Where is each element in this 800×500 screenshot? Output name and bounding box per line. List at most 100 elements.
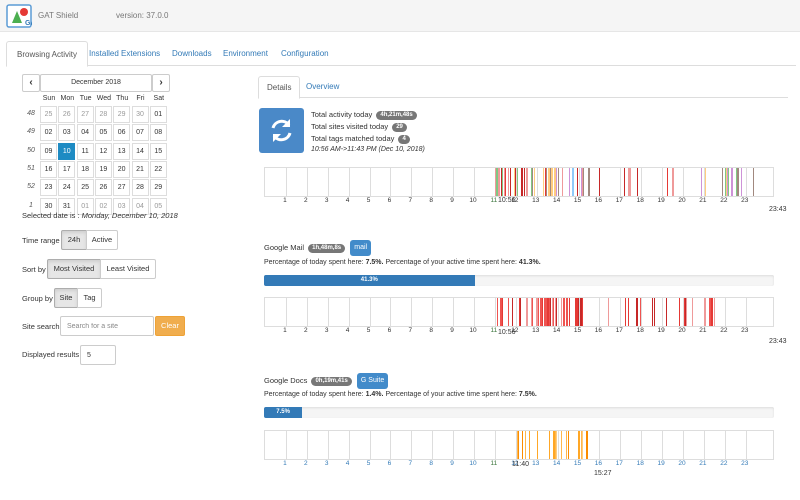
tab-overview[interactable]: Overview [298, 76, 347, 98]
site-search-input[interactable] [60, 316, 154, 336]
activity-mark [582, 168, 584, 196]
next-month-button[interactable]: › [152, 74, 170, 92]
hour-label: 5 [366, 197, 371, 204]
calendar-day[interactable]: 14 [131, 142, 149, 160]
refresh-button[interactable] [259, 108, 304, 153]
hour-label: 22 [720, 327, 728, 334]
calendar-day[interactable]: 25 [40, 106, 57, 123]
timeline-gridline [683, 431, 685, 459]
activity-mark [708, 298, 711, 326]
timeline-gridline [599, 431, 601, 459]
activity-mark [544, 168, 546, 196]
tab-configuration[interactable]: Configuration [271, 41, 339, 66]
calendar-day[interactable]: 11 [76, 142, 94, 160]
total-sites: Total sites visited today 29 [311, 122, 407, 132]
sort-most-visited-button[interactable]: Most Visited [47, 259, 101, 279]
hour-label: 18 [636, 327, 644, 334]
hour-label: 15 [573, 197, 582, 204]
calendar-day[interactable]: 20 [113, 160, 131, 178]
activity-mark [691, 298, 693, 326]
calendar-day[interactable]: 01 [149, 106, 167, 123]
calendar-day[interactable]: 28 [131, 179, 149, 197]
calendar-day[interactable]: 13 [113, 142, 131, 160]
total-activity-badge: 4h,21m,48s [376, 110, 417, 120]
timeline-gridline [453, 168, 455, 196]
timeline-gridline [390, 431, 392, 459]
weekday-header: Thu [116, 95, 129, 102]
calendar-day[interactable]: 25 [76, 179, 94, 197]
tag-gsuite-button[interactable]: G Suite [356, 373, 389, 389]
calendar-day[interactable]: 22 [149, 160, 167, 178]
calendar-day[interactable]: 29 [149, 179, 167, 197]
calendar-day[interactable]: 17 [58, 160, 76, 178]
calendar-day[interactable]: 27 [113, 179, 131, 197]
site-google-mail: Google Mail 1h,48m,8s mail [264, 240, 372, 256]
total-sites-label: Total sites visited today [311, 122, 389, 131]
timeline-gridline [662, 431, 664, 459]
prev-month-button[interactable]: ‹ [22, 74, 40, 92]
calendar-day[interactable]: 26 [58, 106, 76, 123]
calendar-day[interactable]: 15 [149, 142, 167, 160]
hour-label: 9 [450, 327, 454, 334]
calendar-day[interactable]: 10 [58, 142, 76, 160]
week-number: 50 [27, 146, 35, 154]
activity-mark [566, 431, 568, 459]
timeline-google-docs [264, 430, 774, 460]
calendar-day[interactable]: 30 [131, 106, 149, 123]
calendar-day[interactable]: 09 [40, 142, 57, 160]
calendar-day[interactable]: 12 [94, 142, 112, 160]
calendar-day[interactable]: 24 [58, 179, 76, 197]
hour-label: 7 [408, 197, 413, 204]
timeline-gridline [348, 298, 350, 326]
calendar-day[interactable]: 04 [76, 124, 94, 142]
activity-mark [507, 298, 509, 326]
calendar-day[interactable]: 03 [58, 124, 76, 142]
pct-active-value: 41.3%. [518, 259, 541, 266]
calendar-day[interactable]: 08 [149, 124, 167, 142]
tab-details[interactable]: Details [258, 76, 301, 99]
calendar-day[interactable]: 02 [40, 124, 57, 142]
timeline-gridline [620, 298, 622, 326]
calendar-day[interactable]: 18 [76, 160, 94, 178]
activity-mark [548, 168, 551, 196]
calendar-month-label[interactable]: December 2018 [40, 74, 152, 92]
displayed-results-input[interactable] [80, 345, 116, 365]
timeline-gridline [474, 431, 476, 459]
calendar-day[interactable]: 05 [94, 124, 112, 142]
calendar-day[interactable]: 27 [76, 106, 94, 123]
calendar-day[interactable]: 07 [131, 124, 149, 142]
calendar-day[interactable]: 21 [131, 160, 149, 178]
clear-button[interactable]: Clear [155, 316, 185, 336]
tab-environment[interactable]: Environment [213, 41, 278, 66]
calendar-day[interactable]: 28 [94, 106, 112, 123]
timeline-gridline [327, 431, 329, 459]
timeline-gridline [327, 298, 329, 326]
calendar-day[interactable]: 06 [113, 124, 131, 142]
site-duration-badge: 0h,19m,41s [311, 376, 352, 386]
calendar-day[interactable]: 23 [40, 179, 57, 197]
activity-mark [531, 298, 533, 326]
pct-active-value: 7.5%. [518, 391, 537, 398]
tag-mail-button[interactable]: mail [350, 240, 372, 256]
group-site-button[interactable]: Site [54, 288, 78, 308]
activity-mark [555, 298, 557, 326]
time-range-24h-button[interactable]: 24h [61, 230, 87, 250]
calendar-day[interactable]: 19 [94, 160, 112, 178]
tab-browsing-activity[interactable]: Browsing Activity [6, 41, 89, 67]
activity-mark [517, 431, 519, 459]
group-tag-button[interactable]: Tag [77, 288, 102, 308]
weekday-header: Wed [96, 95, 112, 102]
group-by-label: Group by [22, 294, 53, 303]
activity-mark [500, 298, 503, 326]
calendar-day[interactable]: 16 [40, 160, 57, 178]
time-range-active-button[interactable]: Active [86, 230, 118, 250]
activity-mark [517, 168, 519, 196]
tab-installed-extensions[interactable]: Installed Extensions [79, 41, 170, 66]
calendar-day[interactable]: 29 [113, 106, 131, 123]
activity-mark [741, 168, 743, 196]
weekday-header: Mon [60, 95, 75, 102]
hour-label: 18 [636, 197, 644, 204]
activity-mark [555, 431, 557, 459]
calendar-day[interactable]: 26 [94, 179, 112, 197]
sort-least-visited-button[interactable]: Least Visited [100, 259, 156, 279]
